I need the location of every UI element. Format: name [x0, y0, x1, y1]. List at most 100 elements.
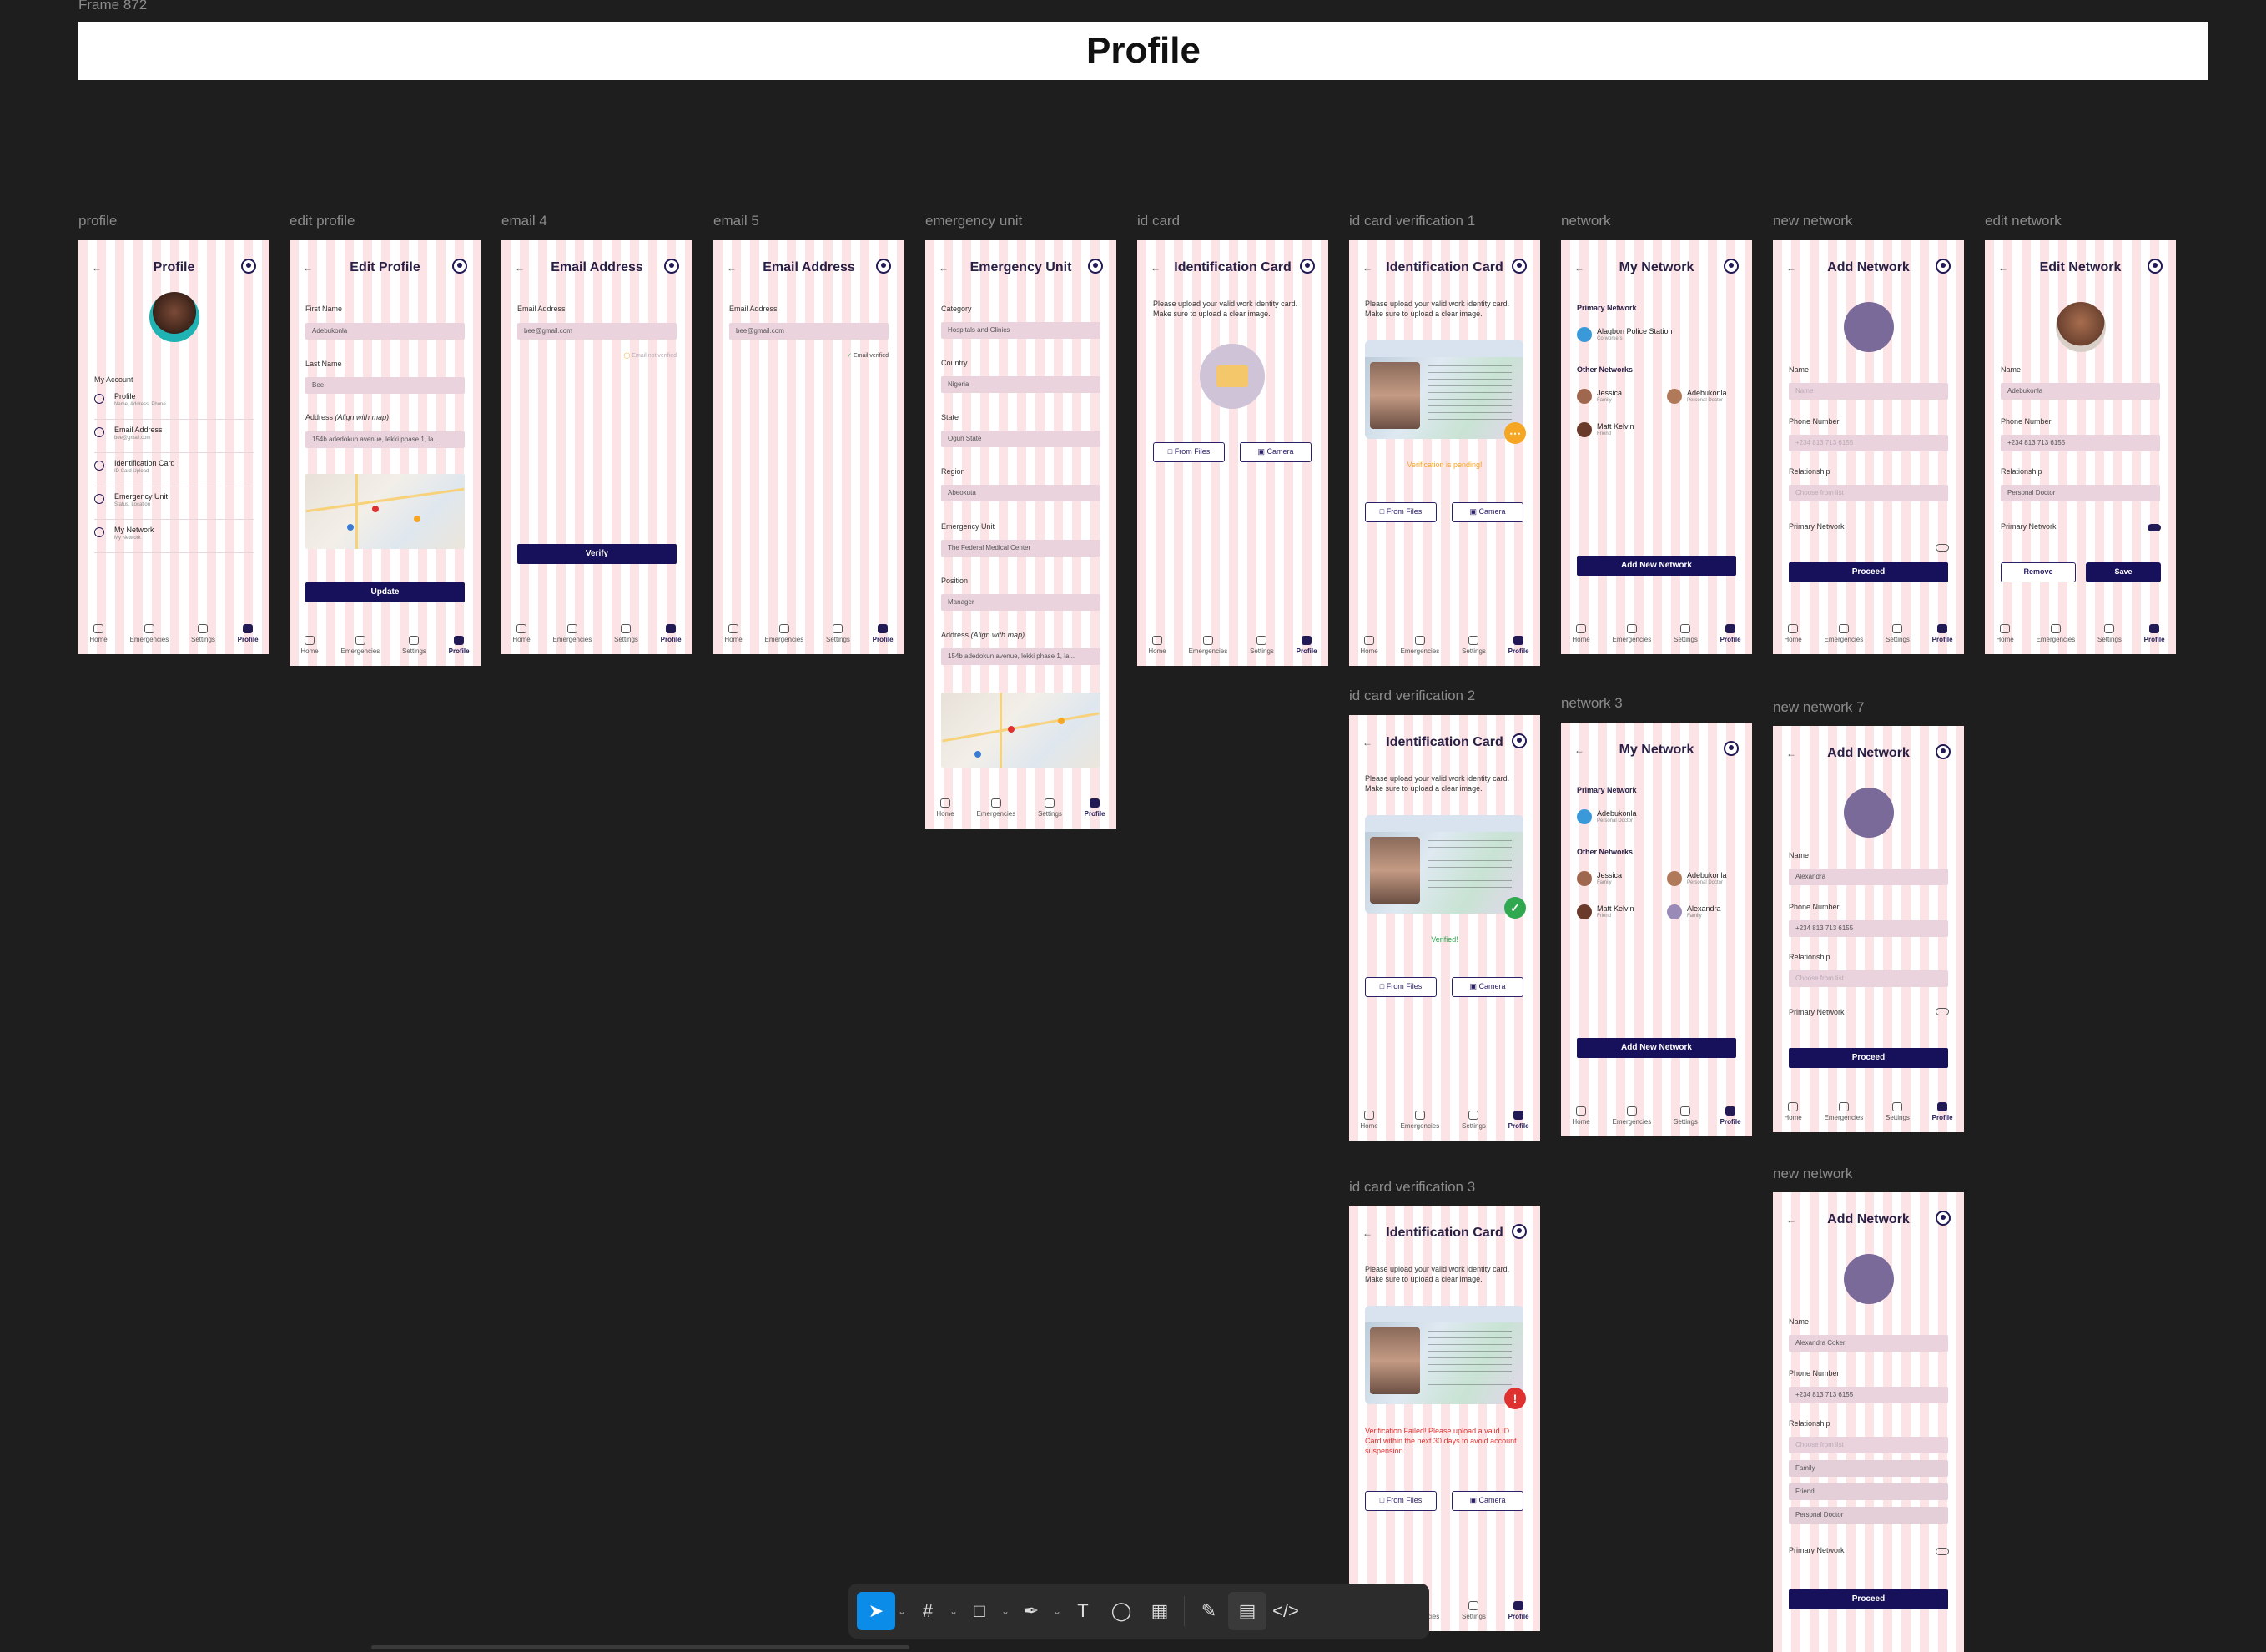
- nav-home[interactable]: Home: [1784, 624, 1802, 649]
- relationship-select[interactable]: Choose from list: [1789, 970, 1948, 987]
- name-field[interactable]: Alexandra: [1789, 869, 1948, 885]
- nav-emergencies[interactable]: Emergencies: [1189, 636, 1227, 661]
- nav-profile[interactable]: Profile: [873, 624, 894, 649]
- nav-profile[interactable]: Profile: [1720, 624, 1741, 649]
- nav-settings[interactable]: Settings: [1250, 636, 1274, 661]
- screen-new-network-dropdown[interactable]: ← Add Network Name Alexandra Coker Phone …: [1773, 1192, 1964, 1652]
- avatar-icon[interactable]: [1512, 1224, 1527, 1239]
- relationship-option-doctor[interactable]: Personal Doctor: [1789, 1507, 1948, 1524]
- nav-home[interactable]: Home: [1784, 1102, 1802, 1127]
- pen-tool-icon[interactable]: ✒: [1012, 1592, 1050, 1630]
- nav-profile[interactable]: Profile: [238, 624, 259, 649]
- menu-item-id-card[interactable]: Identification Card ID Card Upload: [94, 454, 254, 486]
- relationship-select[interactable]: Personal Doctor: [2001, 485, 2160, 501]
- nav-emergencies[interactable]: Emergencies: [1825, 1102, 1863, 1127]
- nav-home[interactable]: Home: [724, 624, 743, 649]
- nav-emergencies[interactable]: Emergencies: [2037, 624, 2075, 649]
- rectangle-tool-icon[interactable]: □: [960, 1592, 999, 1630]
- position-field[interactable]: Manager: [941, 594, 1100, 611]
- state-field[interactable]: Ogun State: [941, 431, 1100, 447]
- nav-profile[interactable]: Profile: [1297, 636, 1317, 661]
- nav-home[interactable]: Home: [1360, 1111, 1378, 1136]
- avatar-icon[interactable]: [664, 259, 679, 274]
- screen-profile[interactable]: ← Profile My Account Profile Name, Address…: [78, 240, 269, 654]
- nav-home[interactable]: Home: [1360, 636, 1378, 661]
- from-files-button[interactable]: □ From Files: [1365, 977, 1437, 997]
- verify-button[interactable]: Verify: [517, 544, 677, 564]
- map-view[interactable]: [941, 693, 1100, 768]
- nav-profile[interactable]: Profile: [661, 624, 682, 649]
- camera-button[interactable]: ▣ Camera: [1452, 977, 1523, 997]
- avatar-icon[interactable]: [2148, 259, 2163, 274]
- chevron-down-icon[interactable]: ⌄: [947, 1605, 960, 1617]
- email-field[interactable]: bee@gmail.com: [729, 323, 889, 340]
- frame-label-new-network[interactable]: new network: [1773, 213, 1852, 229]
- nav-settings[interactable]: Settings: [1462, 1601, 1486, 1626]
- screen-emergency-unit[interactable]: ← Emergency Unit Category Hospitals and C…: [925, 240, 1116, 829]
- frame-label-network-3[interactable]: network 3: [1561, 695, 1623, 712]
- nav-emergencies[interactable]: Emergencies: [765, 624, 803, 649]
- last-name-field[interactable]: Bee: [305, 377, 465, 394]
- primary-network-toggle[interactable]: [1936, 544, 1949, 552]
- nav-settings[interactable]: Settings: [1886, 1102, 1910, 1127]
- avatar-icon[interactable]: [1512, 733, 1527, 748]
- remove-button[interactable]: Remove: [2001, 562, 2076, 582]
- nav-settings[interactable]: Settings: [1674, 624, 1698, 649]
- frame-label-profile[interactable]: profile: [78, 213, 117, 229]
- frame-label-edit-profile[interactable]: edit profile: [290, 213, 355, 229]
- nav-profile[interactable]: Profile: [1085, 798, 1105, 823]
- nav-home[interactable]: Home: [89, 624, 108, 649]
- address-field[interactable]: 154b adedokun avenue, lekki phase 1, la.…: [941, 648, 1100, 665]
- frame-label-id-card[interactable]: id card: [1137, 213, 1180, 229]
- nav-emergencies[interactable]: Emergencies: [1613, 1106, 1651, 1131]
- from-files-button[interactable]: □ From Files: [1365, 502, 1437, 522]
- design-mode-icon[interactable]: ▤: [1228, 1592, 1266, 1630]
- text-tool-icon[interactable]: T: [1064, 1592, 1102, 1630]
- avatar-icon[interactable]: [1300, 259, 1315, 274]
- frame-label-idv3[interactable]: id card verification 3: [1349, 1179, 1475, 1196]
- phone-field[interactable]: +234 813 713 6155: [1789, 1387, 1948, 1403]
- nav-settings[interactable]: Settings: [1886, 624, 1910, 649]
- nav-profile[interactable]: Profile: [1932, 624, 1953, 649]
- primary-network-toggle[interactable]: [1936, 1548, 1949, 1555]
- avatar-icon[interactable]: [1936, 1211, 1951, 1226]
- frame-label-email-4[interactable]: email 4: [501, 213, 547, 229]
- nav-home[interactable]: Home: [300, 636, 319, 661]
- nav-emergencies[interactable]: Emergencies: [977, 798, 1015, 823]
- name-field[interactable]: Name: [1789, 383, 1948, 400]
- frame-label-idv1[interactable]: id card verification 1: [1349, 213, 1475, 229]
- screen-edit-profile[interactable]: ← Edit Profile First Name Adebukonla Last…: [290, 240, 481, 666]
- chevron-down-icon[interactable]: ⌄: [999, 1605, 1012, 1617]
- frame-tool-icon[interactable]: #: [909, 1592, 947, 1630]
- nav-emergencies[interactable]: Emergencies: [1613, 624, 1651, 649]
- screen-email-4[interactable]: ← Email Address Email Address bee@gmail.c…: [501, 240, 692, 654]
- proceed-button[interactable]: Proceed: [1789, 562, 1948, 582]
- nav-home[interactable]: Home: [1996, 624, 2014, 649]
- chevron-down-icon[interactable]: ⌄: [895, 1605, 909, 1617]
- avatar-icon[interactable]: [1724, 259, 1739, 274]
- from-files-button[interactable]: □ From Files: [1153, 442, 1225, 462]
- frame-label-emergency-unit[interactable]: emergency unit: [925, 213, 1022, 229]
- actions-tool-icon[interactable]: ▦: [1141, 1592, 1179, 1630]
- nav-profile[interactable]: Profile: [1508, 636, 1529, 661]
- nav-settings[interactable]: Settings: [826, 624, 850, 649]
- primary-network-toggle[interactable]: [1936, 1008, 1949, 1015]
- nav-emergencies[interactable]: Emergencies: [553, 624, 592, 649]
- avatar-icon[interactable]: [1936, 259, 1951, 274]
- nav-emergencies[interactable]: Emergencies: [1825, 624, 1863, 649]
- contact-photo[interactable]: [2055, 302, 2106, 352]
- nav-settings[interactable]: Settings: [1038, 798, 1062, 823]
- menu-item-profile[interactable]: Profile Name, Address, Phone: [94, 387, 254, 420]
- avatar-icon[interactable]: [1724, 741, 1739, 756]
- nav-settings[interactable]: Settings: [614, 624, 638, 649]
- address-field[interactable]: 154b adedokun avenue, lekki phase 1, la.…: [305, 431, 465, 448]
- relationship-option-family[interactable]: Family: [1789, 1460, 1948, 1477]
- frame-label-new-network-7[interactable]: new network 7: [1773, 699, 1865, 716]
- save-button[interactable]: Save: [2086, 562, 2161, 582]
- nav-emergencies[interactable]: Emergencies: [341, 636, 380, 661]
- person-placeholder-icon[interactable]: [1843, 788, 1894, 838]
- nav-settings[interactable]: Settings: [1674, 1106, 1698, 1131]
- nav-settings[interactable]: Settings: [2097, 624, 2122, 649]
- screen-network[interactable]: ← My Network Primary Network Alagbon Poli…: [1561, 240, 1752, 654]
- person-placeholder-icon[interactable]: [1843, 1254, 1894, 1304]
